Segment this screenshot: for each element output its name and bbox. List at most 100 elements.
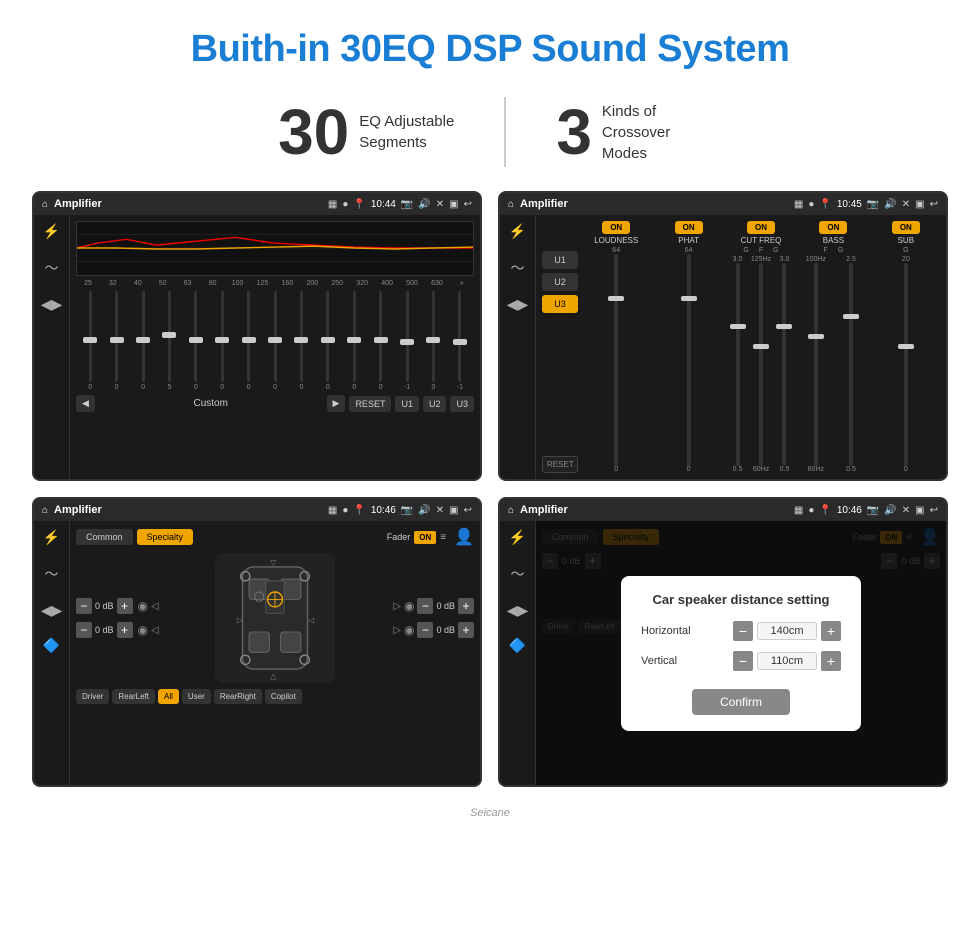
wave-icon-s1[interactable]: 〜 xyxy=(45,258,59,278)
location-icon-s1: 📍 xyxy=(353,199,365,210)
eq-adjust-icon-s2[interactable]: ⚡ xyxy=(509,223,526,240)
right-plus2-s3[interactable]: + xyxy=(458,622,474,638)
left-speaker-icon2-s3: ◉ xyxy=(138,623,148,637)
u3-button-s1[interactable]: U3 xyxy=(450,396,474,412)
all-btn-s3[interactable]: All xyxy=(158,689,179,704)
wave-icon-s4[interactable]: 〜 xyxy=(511,564,525,584)
right-plus1-s3[interactable]: + xyxy=(458,598,474,614)
vol-adjust-icon-s4[interactable]: ◀▶ xyxy=(507,602,529,619)
slider-2[interactable] xyxy=(115,291,118,382)
vertical-minus-btn[interactable]: − xyxy=(733,651,753,671)
slider-14[interactable] xyxy=(432,291,435,382)
layout-icon-s2: ▣ xyxy=(915,199,924,210)
screen2-sidebar: ⚡ 〜 ◀▶ xyxy=(500,215,536,479)
slider-8[interactable] xyxy=(274,291,277,382)
back-icon-s3[interactable]: ↩ xyxy=(464,505,472,516)
specialty-mode-btn-s3[interactable]: Specialty xyxy=(137,529,194,545)
close-icon-s4: ✕ xyxy=(902,505,910,516)
slider-3[interactable] xyxy=(142,291,145,382)
right-db-row2-s3: ▷ ◉ − 0 dB + xyxy=(393,622,474,638)
slider-5[interactable] xyxy=(194,291,197,382)
home-icon-s3[interactable]: ⌂ xyxy=(42,505,48,516)
wave-icon-s2[interactable]: 〜 xyxy=(511,258,525,278)
home-icon-s1[interactable]: ⌂ xyxy=(42,199,48,210)
slider-13[interactable] xyxy=(406,291,409,382)
loudness-toggle[interactable]: ON xyxy=(602,221,630,234)
vertical-plus-btn[interactable]: + xyxy=(821,651,841,671)
screen2-title: Amplifier xyxy=(520,198,788,210)
layout-icon-s1: ▣ xyxy=(449,199,458,210)
freq-40: 40 xyxy=(128,280,148,287)
slider-4[interactable] xyxy=(168,291,171,382)
slider-col-11: 0 xyxy=(342,291,366,391)
cutfreq-toggle[interactable]: ON xyxy=(747,221,775,234)
horizontal-value: 140cm xyxy=(757,622,817,640)
menu-icon-s2: ▦ xyxy=(794,199,803,210)
left-minus1-s3[interactable]: − xyxy=(76,598,92,614)
bass-toggle[interactable]: ON xyxy=(819,221,847,234)
screen2-container: ⌂ Amplifier ▦ ● 📍 10:45 📷 🔊 ✕ ▣ ↩ ⚡ 〜 ◀▶ xyxy=(498,191,948,481)
slider-6[interactable] xyxy=(221,291,224,382)
reset-button-s2[interactable]: RESET xyxy=(542,456,578,473)
left-plus1-s3[interactable]: + xyxy=(117,598,133,614)
driver-btn-s3[interactable]: Driver xyxy=(76,689,109,704)
sub-toggle[interactable]: ON xyxy=(892,221,920,234)
wave-icon-s3[interactable]: 〜 xyxy=(45,564,59,584)
slider-10[interactable] xyxy=(326,291,329,382)
eq-adjust-icon-s3[interactable]: ⚡ xyxy=(43,529,60,546)
slider-7[interactable] xyxy=(247,291,250,382)
horizontal-row: Horizontal − 140cm + xyxy=(641,621,841,641)
fader-on-btn-s3[interactable]: ON xyxy=(414,531,436,544)
slider-12[interactable] xyxy=(379,291,382,382)
reset-button-s1[interactable]: RESET xyxy=(349,396,391,412)
cutfreq-label: CUT FREQ xyxy=(741,236,782,245)
u1-button-s1[interactable]: U1 xyxy=(395,396,419,412)
bluetooth-icon-s4[interactable]: 🔷 xyxy=(509,637,526,654)
slider-15[interactable] xyxy=(458,291,461,382)
play-button-s1[interactable]: ▶ xyxy=(327,395,346,412)
time-s2: 10:45 xyxy=(837,199,862,210)
back-icon-s4[interactable]: ↩ xyxy=(930,505,938,516)
bluetooth-icon-s3[interactable]: 🔷 xyxy=(43,637,60,654)
sv-3: 0 xyxy=(141,384,145,391)
slider-1[interactable] xyxy=(89,291,92,382)
horizontal-label: Horizontal xyxy=(641,625,711,637)
slider-col-4: 5 xyxy=(157,291,181,391)
home-icon-s2[interactable]: ⌂ xyxy=(508,199,514,210)
vol-adjust-icon-s1[interactable]: ◀▶ xyxy=(41,296,63,313)
horizontal-minus-btn[interactable]: − xyxy=(733,621,753,641)
eq-adjust-icon-s1[interactable]: ⚡ xyxy=(43,223,60,240)
right-db-row1-s3: ▷ ◉ − 0 dB + xyxy=(393,598,474,614)
u3-preset[interactable]: U3 xyxy=(542,295,578,313)
left-db2-s3: 0 dB xyxy=(95,625,114,635)
left-minus2-s3[interactable]: − xyxy=(76,622,92,638)
right-minus2-s3[interactable]: − xyxy=(417,622,433,638)
rearright-btn-s3[interactable]: RearRight xyxy=(214,689,262,704)
eq-adjust-icon-s4[interactable]: ⚡ xyxy=(509,529,526,546)
rearleft-btn-s3[interactable]: RearLeft xyxy=(112,689,155,704)
location-icon-s4: 📍 xyxy=(819,505,831,516)
vol-adjust-icon-s2[interactable]: ◀▶ xyxy=(507,296,529,313)
back-icon-s1[interactable]: ↩ xyxy=(464,199,472,210)
menu-icon-s1: ▦ xyxy=(328,199,337,210)
home-icon-s4[interactable]: ⌂ xyxy=(508,505,514,516)
horizontal-plus-btn[interactable]: + xyxy=(821,621,841,641)
user-btn-s3[interactable]: User xyxy=(182,689,211,704)
confirm-button[interactable]: Confirm xyxy=(692,689,790,715)
u2-button-s1[interactable]: U2 xyxy=(423,396,447,412)
u2-preset[interactable]: U2 xyxy=(542,273,578,291)
copilot-btn-s3[interactable]: Copilot xyxy=(265,689,302,704)
expand-icon[interactable]: » xyxy=(452,280,472,287)
slider-11[interactable] xyxy=(353,291,356,382)
phat-toggle[interactable]: ON xyxy=(675,221,703,234)
screen3-sidebar: ⚡ 〜 ◀▶ 🔷 xyxy=(34,521,70,785)
slider-9[interactable] xyxy=(300,291,303,382)
right-minus1-s3[interactable]: − xyxy=(417,598,433,614)
u1-preset[interactable]: U1 xyxy=(542,251,578,269)
prev-button[interactable]: ◀ xyxy=(76,395,95,412)
freq-160: 160 xyxy=(277,280,297,287)
back-icon-s2[interactable]: ↩ xyxy=(930,199,938,210)
common-mode-btn-s3[interactable]: Common xyxy=(76,529,133,545)
left-plus2-s3[interactable]: + xyxy=(117,622,133,638)
vol-adjust-icon-s3[interactable]: ◀▶ xyxy=(41,602,63,619)
